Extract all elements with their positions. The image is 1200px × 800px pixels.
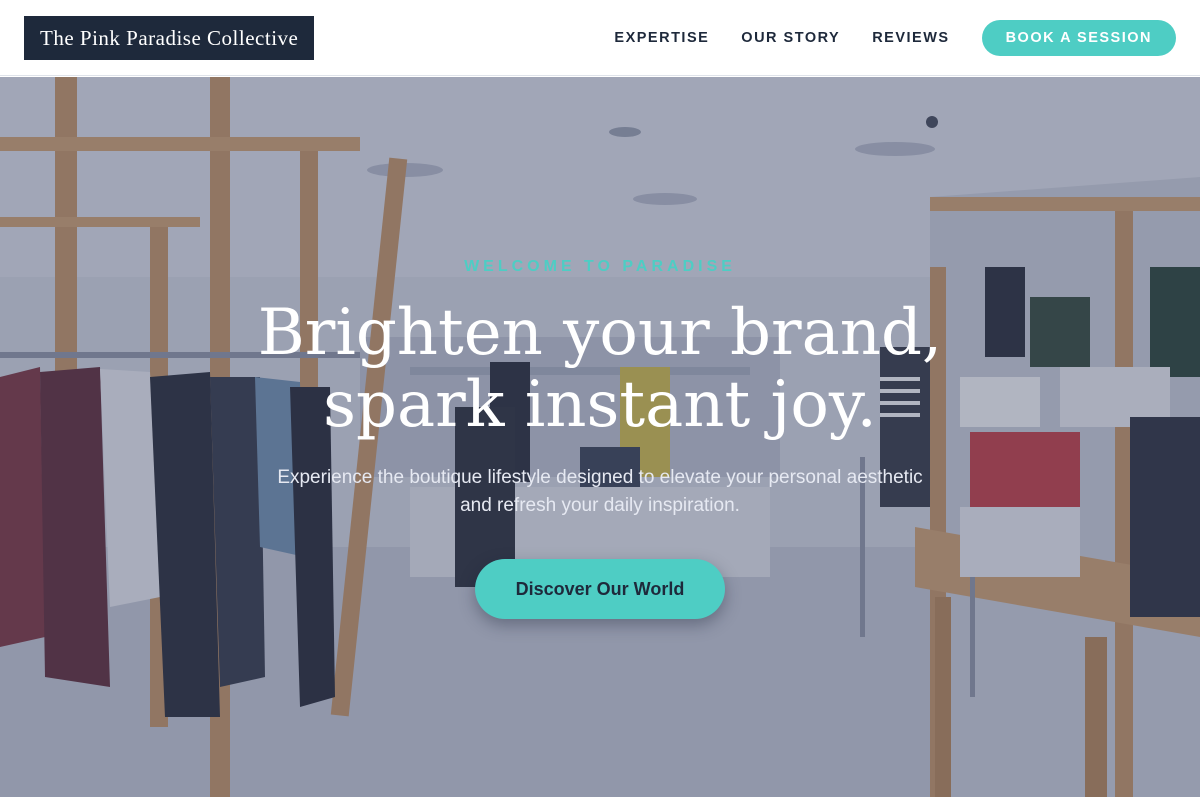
main-nav: EXPERTISE OUR STORY REVIEWS BOOK A SESSI… (614, 20, 1176, 56)
hero-content: WELCOME TO PARADISE Brighten your brand,… (0, 77, 1200, 797)
hero-eyebrow: WELCOME TO PARADISE (464, 258, 736, 275)
hero-headline: Brighten your brand, spark instant joy. (0, 297, 1200, 441)
nav-link-our-story[interactable]: OUR STORY (741, 30, 840, 46)
hero-subtext: Experience the boutique lifestyle design… (277, 467, 923, 516)
site-header: The Pink Paradise Collective EXPERTISE O… (0, 0, 1200, 76)
site-logo[interactable]: The Pink Paradise Collective (24, 16, 315, 60)
hero-section: WELCOME TO PARADISE Brighten your brand,… (0, 77, 1200, 797)
hero-headline-line-2: spark instant joy. (323, 368, 877, 442)
nav-link-expertise[interactable]: EXPERTISE (614, 30, 709, 46)
nav-link-reviews[interactable]: REVIEWS (872, 30, 949, 46)
discover-our-world-button[interactable]: Discover Our World (475, 559, 725, 619)
hero-headline-line-1: Brighten your brand, (257, 296, 943, 370)
book-session-button[interactable]: BOOK A SESSION (981, 20, 1176, 56)
